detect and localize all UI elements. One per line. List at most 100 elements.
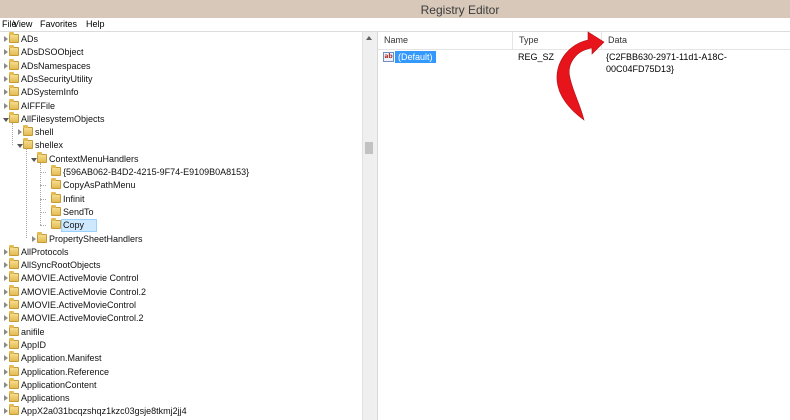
tree-item[interactable]: AIFFFile (0, 98, 362, 113)
tree-vertical-scrollbar[interactable] (362, 32, 374, 420)
tree-item[interactable]: Copy (0, 218, 362, 233)
value-data: {C2FBB630-2971-11d1-A18C-00C04FD75D13} (606, 52, 727, 74)
tree-guide-line (26, 149, 27, 239)
tree-item[interactable]: PropertySheetHandlers (0, 231, 362, 246)
tree-item[interactable]: ADsDSOObject (0, 45, 362, 59)
tree-item[interactable]: ADsSecurityUtility (0, 71, 362, 86)
chevron-right-icon[interactable] (4, 302, 8, 308)
folder-icon (9, 391, 19, 403)
chevron-right-icon[interactable] (4, 315, 8, 322)
folder-icon (37, 151, 47, 163)
tree-item-label: AppX2a031bcqzshqz1kzc03gsje8tkmj2jj4 (21, 406, 187, 417)
chevron-right-icon[interactable] (4, 368, 8, 375)
chevron-right-icon[interactable] (4, 62, 8, 69)
folder-icon (9, 32, 19, 43)
tree-item[interactable]: AppID (0, 337, 362, 352)
folder-icon (9, 98, 19, 110)
tree-item-label: AMOVIE.ActiveMovie Control (21, 273, 139, 284)
value-name[interactable]: (Default) (395, 51, 436, 63)
chevron-right-icon[interactable] (4, 49, 8, 56)
menu-favorites[interactable]: Favorites (40, 18, 77, 30)
tree-item[interactable]: ADsNamespaces (0, 58, 362, 73)
folder-icon (9, 111, 19, 123)
tree-item-label: ADs (21, 34, 39, 44)
tree-item[interactable]: AppX2a031bcqzshqz1kzc03gsje8tkmj2jj4 (0, 404, 362, 418)
tree-item[interactable]: Application.Manifest (0, 351, 362, 365)
folder-icon (9, 337, 19, 349)
tree-item-label: ApplicationContent (21, 379, 97, 390)
tree-item[interactable]: ADSystemInfo (0, 85, 362, 99)
tree-item[interactable]: Applications (0, 391, 362, 405)
tree-item[interactable]: AMOVIE.ActiveMovieControl (0, 298, 362, 312)
chevron-right-icon[interactable] (18, 129, 22, 136)
chevron-right-icon[interactable] (4, 328, 8, 335)
column-header-data[interactable]: Data (602, 32, 790, 49)
chevron-right-icon[interactable] (4, 288, 8, 295)
tree-item-label: SendTo (63, 206, 94, 217)
chevron-right-icon[interactable] (32, 235, 36, 242)
chevron-right-icon[interactable] (4, 248, 8, 255)
tree-item[interactable]: CopyAsPathMenu (0, 178, 362, 192)
tree-item-label: PropertySheetHandlers (49, 233, 143, 244)
menu-bar: File View Favorites Help (0, 18, 790, 31)
tree-item-label: AIFFFile (21, 100, 56, 111)
tree-item[interactable]: shellex (0, 138, 362, 152)
registry-key-tree[interactable]: ADs ADsDSOObject ADsNamespaces ADsSecurityU… (0, 32, 362, 420)
tree-item[interactable]: AMOVIE.ActiveMovie Control.2 (0, 284, 362, 299)
folder-icon (51, 165, 61, 176)
chevron-right-icon[interactable] (4, 408, 8, 415)
scroll-thumb[interactable] (365, 142, 373, 154)
ab-string-icon: ab (383, 52, 394, 62)
tree-item[interactable]: AMOVIE.ActiveMovieControl.2 (0, 311, 362, 325)
tree-item-label: ADsNamespaces (21, 60, 91, 71)
chevron-right-icon[interactable] (4, 355, 8, 362)
folder-icon (51, 178, 61, 190)
folder-icon (51, 191, 61, 203)
chevron-right-icon[interactable] (4, 395, 8, 402)
folder-icon (37, 231, 47, 243)
menu-help[interactable]: Help (86, 18, 105, 30)
tree-item[interactable]: {596AB062-B4D2-4215-9F74-E9109B0A8153} (0, 165, 362, 179)
tree-item[interactable]: AllFilesystemObjects (0, 111, 362, 126)
tree-item[interactable]: AllProtocols (0, 244, 362, 259)
tree-item-label: Application.Reference (21, 366, 110, 377)
folder-icon (9, 244, 19, 256)
folder-icon (9, 364, 19, 376)
chevron-right-icon[interactable] (4, 75, 8, 82)
tree-item[interactable]: shell (0, 125, 362, 139)
window-title: Registry Editor (420, 3, 500, 17)
tree-item[interactable]: ApplicationContent (0, 377, 362, 392)
tree-item-label: AMOVIE.ActiveMovie Control.2 (21, 286, 147, 297)
tree-item-label: ADsSecurityUtility (21, 73, 93, 84)
tree-item-label: shellex (35, 140, 64, 151)
tree-item-label: CopyAsPathMenu (63, 180, 136, 191)
chevron-right-icon[interactable] (4, 36, 8, 42)
folder-icon (9, 351, 19, 363)
menu-view[interactable]: View (13, 18, 32, 30)
tree-item[interactable]: ADs (0, 32, 362, 46)
tree-item-label: AllProtocols (21, 246, 69, 257)
tree-guide-line (40, 225, 46, 227)
tree-item[interactable]: anifile (0, 324, 362, 339)
tree-item[interactable]: AllSyncRootObjects (0, 258, 362, 272)
tree-item[interactable]: ContextMenuHandlers (0, 151, 362, 166)
chevron-right-icon[interactable] (4, 102, 8, 109)
tree-item[interactable]: Infinit (0, 191, 362, 206)
chevron-right-icon[interactable] (4, 275, 8, 282)
chevron-right-icon[interactable] (4, 262, 8, 269)
chevron-right-icon[interactable] (4, 341, 8, 348)
tree-item[interactable]: SendTo (0, 204, 362, 219)
folder-icon (51, 218, 61, 230)
chevron-right-icon[interactable] (4, 89, 8, 96)
folder-icon (9, 311, 19, 323)
scroll-up-icon[interactable] (366, 36, 372, 40)
tree-item-label: {596AB062-B4D2-4215-9F74-E9109B0A8153} (63, 167, 250, 177)
folder-icon (9, 85, 19, 97)
column-header-name[interactable]: Name (378, 32, 513, 49)
chevron-right-icon[interactable] (4, 381, 8, 388)
tree-item[interactable]: Application.Reference (0, 364, 362, 379)
folder-icon (51, 204, 61, 216)
tree-guide-line (40, 172, 46, 173)
tree-item[interactable]: AMOVIE.ActiveMovie Control (0, 271, 362, 285)
tree-item-label: AllFilesystemObjects (21, 113, 105, 124)
